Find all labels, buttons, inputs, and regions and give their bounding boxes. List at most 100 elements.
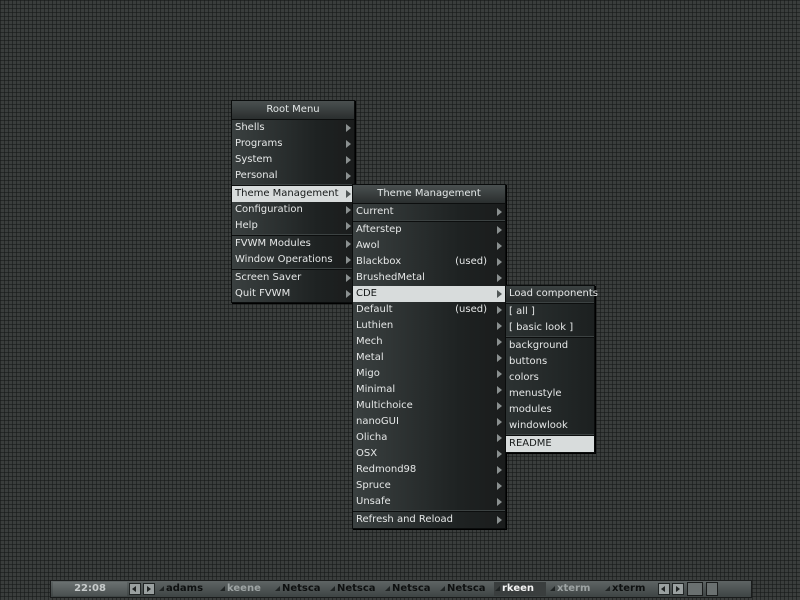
scroll-left-icon[interactable]: [129, 583, 141, 595]
cde-item-modules[interactable]: modules: [506, 402, 594, 418]
submenu-arrow-icon: [497, 338, 502, 346]
theme-item-minimal[interactable]: Minimal: [353, 382, 505, 398]
submenu-arrow-icon: [346, 140, 351, 148]
submenu-arrow-icon: [346, 206, 351, 214]
menu-item-label: OSX: [356, 448, 378, 459]
cde-item-colors[interactable]: colors: [506, 370, 594, 386]
cde-item-all[interactable]: [ all ]: [506, 304, 594, 320]
submenu-arrow-icon: [346, 190, 351, 198]
menu-item-label: Awol: [356, 240, 380, 251]
menu-item-label: Afterstep: [356, 224, 402, 235]
menu-item-label: Current: [356, 206, 394, 217]
theme-item-spruce[interactable]: Spruce: [353, 478, 505, 494]
task-button[interactable]: xterm: [604, 582, 656, 596]
menu-item-label: Mech: [356, 336, 383, 347]
menu-item-configuration[interactable]: Configuration: [232, 202, 354, 218]
taskbar-clock: 22:08: [53, 582, 127, 596]
theme-item-default[interactable]: Default (used): [353, 302, 505, 318]
pager-desk-icon[interactable]: [706, 582, 718, 596]
task-button[interactable]: adams: [158, 582, 216, 596]
task-button-active[interactable]: rkeen: [494, 582, 546, 596]
menu-item-label: FVWM Modules: [235, 238, 311, 249]
submenu-arrow-icon: [346, 222, 351, 230]
submenu-arrow-icon: [497, 226, 502, 234]
theme-item-mech[interactable]: Mech: [353, 334, 505, 350]
task-button[interactable]: Netsca: [439, 582, 491, 596]
task-button[interactable]: Netsca: [329, 582, 381, 596]
submenu-arrow-icon: [346, 124, 351, 132]
submenu-arrow-icon: [497, 306, 502, 314]
menu-item-label: Quit FVWM: [235, 288, 291, 299]
task-button[interactable]: keene: [219, 582, 271, 596]
menu-item-screen-saver[interactable]: Screen Saver: [232, 270, 354, 286]
root-menu: Root Menu Shells Programs System Persona…: [231, 100, 355, 303]
theme-item-osx[interactable]: OSX: [353, 446, 505, 462]
submenu-arrow-icon: [497, 242, 502, 250]
cde-item-basic-look[interactable]: [ basic look ]: [506, 320, 594, 336]
submenu-arrow-icon: [497, 208, 502, 216]
theme-item-refresh-and-reload[interactable]: Refresh and Reload: [353, 512, 505, 528]
cde-item-background[interactable]: background: [506, 338, 594, 354]
submenu-arrow-icon: [497, 274, 502, 282]
menu-item-window-operations[interactable]: Window Operations: [232, 252, 354, 268]
theme-item-metal[interactable]: Metal: [353, 350, 505, 366]
menu-item-shells[interactable]: Shells: [232, 120, 354, 136]
menu-item-theme-management[interactable]: Theme Management: [232, 186, 354, 202]
submenu-arrow-icon: [497, 466, 502, 474]
theme-item-luthien[interactable]: Luthien: [353, 318, 505, 334]
submenu-arrow-icon: [346, 240, 351, 248]
used-badge: (used): [455, 304, 487, 315]
theme-menu-title: Theme Management: [353, 185, 505, 204]
scroll-left-icon[interactable]: [658, 583, 670, 595]
menu-item-fvwm-modules[interactable]: FVWM Modules: [232, 236, 354, 252]
menu-item-label: Default: [356, 304, 393, 315]
scroll-right-icon[interactable]: [143, 583, 155, 595]
menu-item-programs[interactable]: Programs: [232, 136, 354, 152]
submenu-arrow-icon: [346, 256, 351, 264]
theme-item-brushedmetal[interactable]: BrushedMetal: [353, 270, 505, 286]
theme-item-redmond98[interactable]: Redmond98: [353, 462, 505, 478]
menu-item-label: Help: [235, 220, 258, 231]
menu-item-label: Theme Management: [235, 188, 339, 199]
menu-item-label: Screen Saver: [235, 272, 302, 283]
submenu-arrow-icon: [346, 156, 351, 164]
menu-item-personal[interactable]: Personal: [232, 168, 354, 184]
root-menu-title: Root Menu: [232, 101, 354, 120]
menu-item-label: Migo: [356, 368, 380, 379]
menu-item-label: Programs: [235, 138, 283, 149]
submenu-arrow-icon: [346, 172, 351, 180]
cde-item-windowlook[interactable]: windowlook: [506, 418, 594, 434]
menu-item-label: Luthien: [356, 320, 394, 331]
theme-item-migo[interactable]: Migo: [353, 366, 505, 382]
menu-item-label: Unsafe: [356, 496, 391, 507]
cde-item-menustyle[interactable]: menustyle: [506, 386, 594, 402]
menu-item-system[interactable]: System: [232, 152, 354, 168]
theme-item-blackbox[interactable]: Blackbox (used): [353, 254, 505, 270]
theme-item-unsafe[interactable]: Unsafe: [353, 494, 505, 510]
cde-item-readme[interactable]: README: [506, 436, 594, 452]
task-button[interactable]: Netsca: [384, 582, 436, 596]
theme-item-multichoice[interactable]: Multichoice: [353, 398, 505, 414]
task-button[interactable]: xterm: [549, 582, 601, 596]
menu-item-label: CDE: [356, 288, 378, 299]
cde-item-buttons[interactable]: buttons: [506, 354, 594, 370]
theme-item-olicha[interactable]: Olicha: [353, 430, 505, 446]
pager-desk-icon[interactable]: [687, 582, 703, 596]
theme-item-cde[interactable]: CDE: [353, 286, 505, 302]
used-badge: (used): [455, 256, 487, 267]
submenu-arrow-icon: [497, 322, 502, 330]
theme-item-afterstep[interactable]: Afterstep: [353, 222, 505, 238]
menu-item-label: Shells: [235, 122, 265, 133]
cde-menu-title: Load components: [506, 286, 598, 302]
menu-item-quit-fvwm[interactable]: Quit FVWM: [232, 286, 354, 302]
submenu-arrow-icon: [497, 418, 502, 426]
task-button[interactable]: Netsca: [274, 582, 326, 596]
theme-item-awol[interactable]: Awol: [353, 238, 505, 254]
scroll-right-icon[interactable]: [672, 583, 684, 595]
menu-item-label: Window Operations: [235, 254, 333, 265]
menu-item-help[interactable]: Help: [232, 218, 354, 234]
submenu-arrow-icon: [497, 402, 502, 410]
theme-item-current[interactable]: Current: [353, 204, 505, 220]
theme-item-nanogui[interactable]: nanoGUI: [353, 414, 505, 430]
menu-item-label: Personal: [235, 170, 278, 181]
